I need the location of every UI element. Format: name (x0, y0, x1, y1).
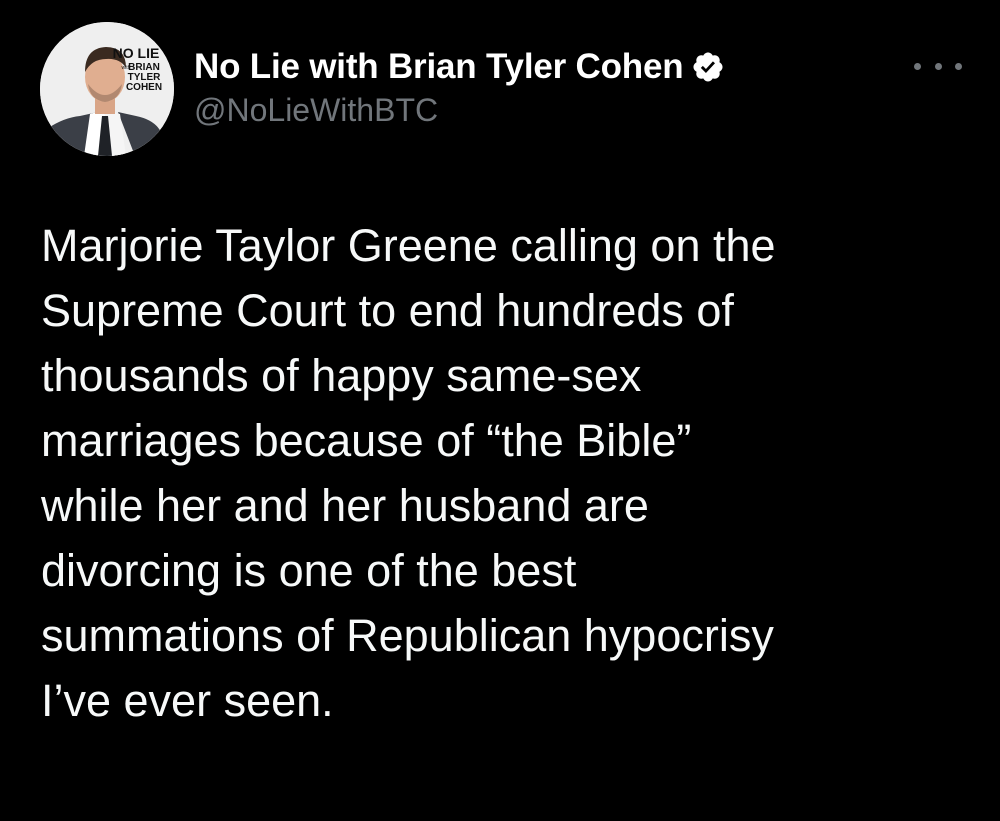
tweet-text-line: marriages because of “the Bible” (41, 415, 692, 466)
tweet-text-line: Marjorie Taylor Greene calling on the (41, 220, 776, 271)
author-handle[interactable]: @NoLieWithBTC (194, 91, 438, 129)
avatar-logo-no-lie: NO LIE (113, 45, 160, 61)
tweet-text-line: divorcing is one of the best (41, 545, 577, 596)
tweet-card: NO LIE with BRIAN TYLER COHEN No Lie wit… (0, 0, 1000, 821)
verified-badge-icon (693, 52, 723, 82)
tweet-text-line: thousands of happy same-sex (41, 350, 642, 401)
tweet-text: Marjorie Taylor Greene calling on the Su… (41, 213, 961, 733)
avatar[interactable]: NO LIE with BRIAN TYLER COHEN (40, 22, 174, 156)
author-display-name[interactable]: No Lie with Brian Tyler Cohen (194, 46, 725, 88)
tweet-text-line: while her and her husband are (41, 480, 649, 531)
tweet-text-line: summations of Republican hypocrisy (41, 610, 774, 661)
tweet-text-line: I’ve ever seen. (41, 675, 334, 726)
tweet-text-line: Supreme Court to end hundreds of (41, 285, 734, 336)
avatar-image: NO LIE with BRIAN TYLER COHEN (40, 22, 174, 156)
more-dot (934, 62, 942, 70)
more-dot (914, 62, 921, 70)
avatar-logo-cohen: COHEN (126, 82, 162, 93)
more-options-icon[interactable] (914, 56, 962, 76)
more-dot (955, 62, 962, 70)
author-display-name-text: No Lie with Brian Tyler Cohen (194, 47, 684, 86)
